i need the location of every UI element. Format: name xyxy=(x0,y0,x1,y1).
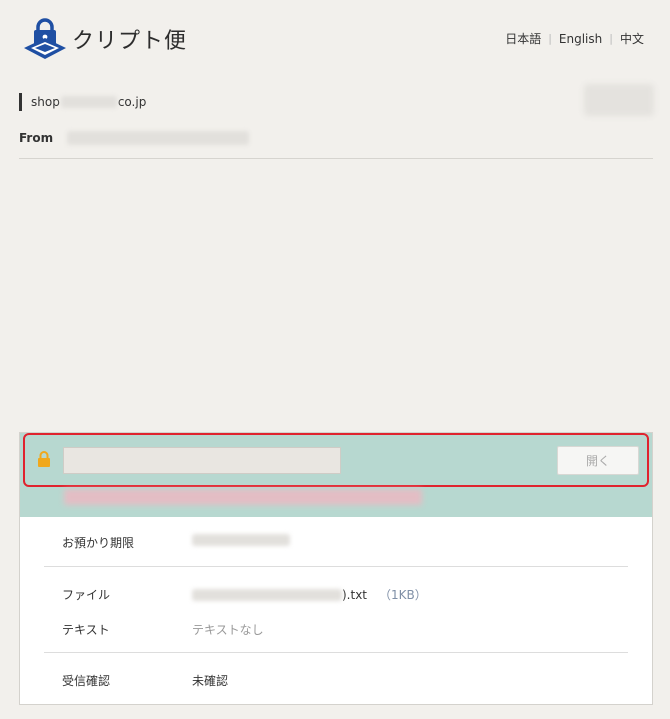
lock-icon xyxy=(38,451,50,467)
recipient-suffix: co.jp xyxy=(117,95,147,109)
language-switcher: 日本語 | English | 中文 xyxy=(505,30,644,47)
unlock-band: 開く xyxy=(20,433,652,517)
password-input[interactable] xyxy=(63,447,341,474)
recipient-address: shop co.jp xyxy=(19,93,146,111)
download-panel: 開く お預かり期限 ファイル ).txt （1KB） テキスト テキストなし 受… xyxy=(19,432,653,705)
receipt-label: 受信確認 xyxy=(62,674,111,688)
lang-japanese[interactable]: 日本語 xyxy=(505,30,541,47)
sender-redacted xyxy=(67,131,250,145)
lang-english[interactable]: English xyxy=(559,32,602,46)
text-value: テキストなし xyxy=(192,623,264,637)
redacted-message xyxy=(64,489,422,505)
retention-redacted xyxy=(192,534,290,546)
file-size: （1KB） xyxy=(379,588,427,602)
text-label: テキスト xyxy=(62,623,110,637)
logo[interactable]: クリプト便 xyxy=(22,18,187,60)
file-label: ファイル xyxy=(62,588,111,602)
open-button[interactable]: 開く xyxy=(557,446,639,475)
info-divider-2 xyxy=(44,652,628,653)
retention-label: お預かり期限 xyxy=(62,536,135,550)
lang-chinese[interactable]: 中文 xyxy=(620,30,644,47)
header-divider xyxy=(19,158,653,159)
app-title: クリプト便 xyxy=(72,29,188,54)
logo-lock-icon xyxy=(24,18,66,59)
unlock-highlight: 開く xyxy=(23,433,649,487)
redacted-avatar xyxy=(584,84,654,116)
info-divider-1 xyxy=(44,566,628,567)
sender-row: From xyxy=(19,131,250,145)
file-name-redacted xyxy=(192,588,342,601)
recipient-prefix: shop xyxy=(31,95,60,109)
receipt-value: 未確認 xyxy=(192,674,229,688)
header: クリプト便 日本語 | English | 中文 xyxy=(0,0,670,80)
recipient-redacted xyxy=(60,96,117,108)
file-extension[interactable]: ).txt xyxy=(342,588,367,602)
retention-value xyxy=(192,534,290,546)
file-value: ).txt （1KB） xyxy=(192,586,427,603)
from-label: From xyxy=(19,131,54,145)
